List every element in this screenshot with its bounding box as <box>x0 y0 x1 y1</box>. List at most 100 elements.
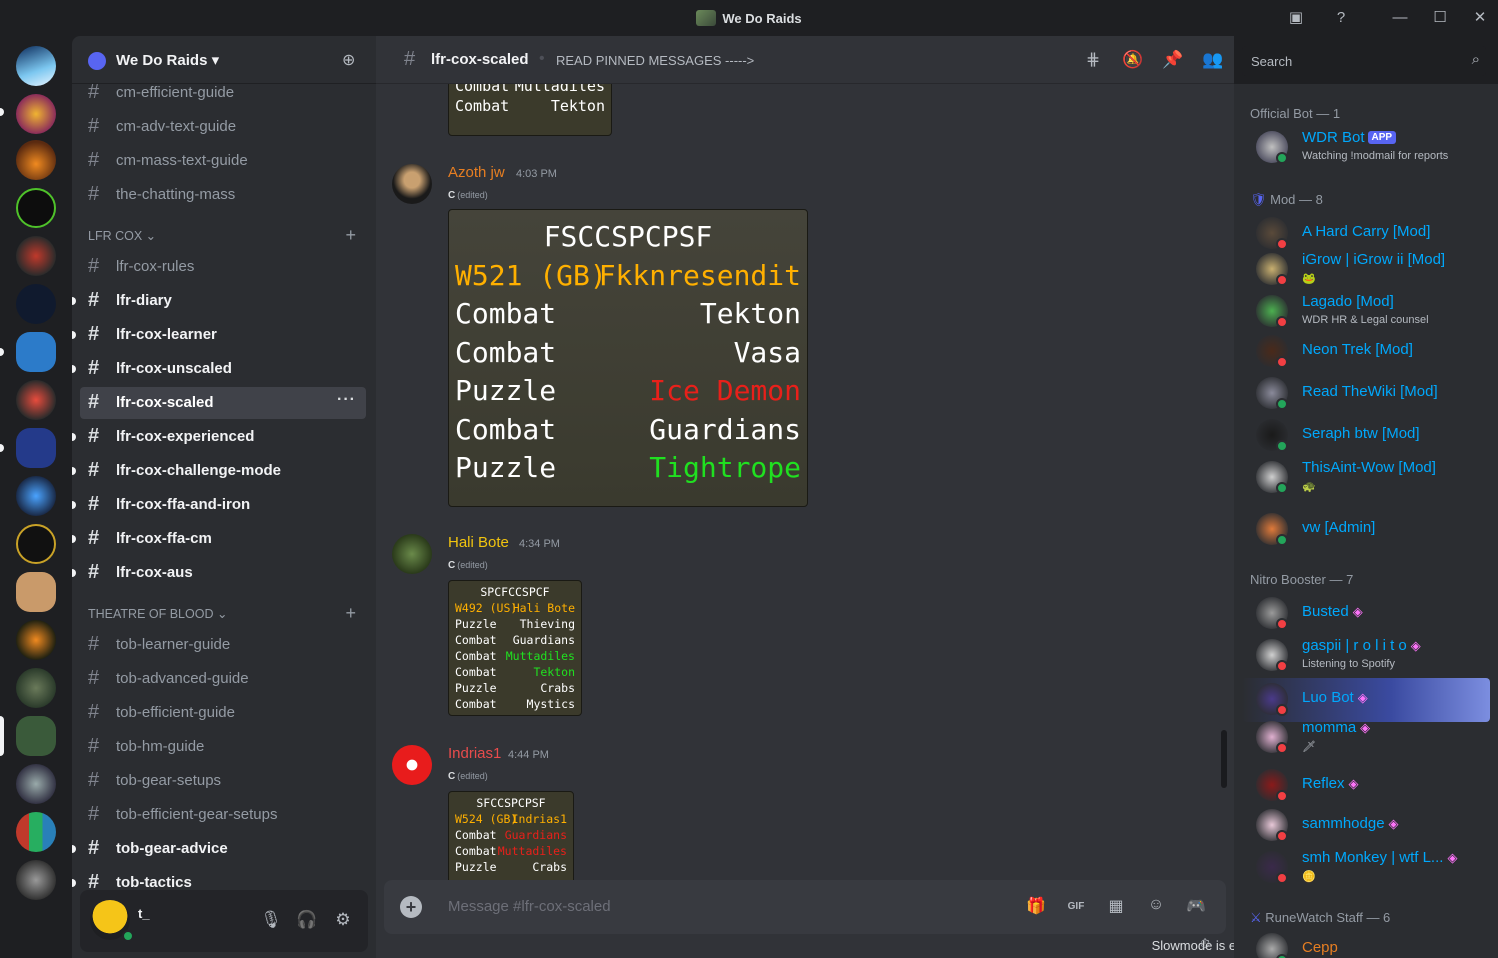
avatar[interactable] <box>392 534 432 574</box>
sticker-icon[interactable]: ▦ <box>1105 896 1127 918</box>
message-input[interactable]: Message #lfr-cox-scaled <box>448 898 611 915</box>
channel-item-tob-efficient-guide[interactable]: # tob-efficient-guide <box>80 697 366 729</box>
channel-item-lfr-cox-experienced[interactable]: # lfr-cox-experienced <box>80 421 366 453</box>
server-icon-mountain[interactable] <box>16 46 56 86</box>
member-item[interactable]: iGrow | iGrow ii [Mod] 🐸 <box>1242 248 1490 292</box>
threads-icon[interactable]: ⋕ <box>1082 50 1104 72</box>
channel-item-tob-hm-guide[interactable]: # tob-hm-guide <box>80 731 366 763</box>
member-item[interactable]: ThisAint-Wow [Mod] 🐢 <box>1242 456 1490 500</box>
scrollbar-thumb[interactable] <box>1221 730 1227 788</box>
server-icon-dragon[interactable] <box>16 476 56 516</box>
avatar[interactable] <box>392 164 432 204</box>
member-item[interactable]: Cepp <box>1242 928 1490 958</box>
channel-item-lfr-cox-learner[interactable]: # lfr-cox-learner <box>80 319 366 351</box>
channel-item-lfr-cox-scaled[interactable]: # lfr-cox-scaled ··· <box>80 387 366 419</box>
server-icon-rl[interactable] <box>16 284 56 324</box>
server-icon-we-do-raids[interactable] <box>16 716 56 756</box>
channel-item-tob-efficient-gear-setups[interactable]: # tob-efficient-gear-setups <box>80 799 366 831</box>
member-item[interactable]: smh Monkey | wtf L... ◈ 🪙 <box>1242 846 1490 890</box>
channel-item-lfr-diary[interactable]: # lfr-diary <box>80 285 366 317</box>
minimize-icon[interactable]: — <box>1390 8 1410 28</box>
pinned-messages-icon[interactable]: 📌 <box>1162 50 1184 72</box>
server-icon-bird[interactable] <box>16 380 56 420</box>
settings-gear-icon[interactable]: ⚙ <box>332 910 354 932</box>
gif-icon[interactable]: GIF <box>1065 896 1087 918</box>
channel-item-tob-learner-guide[interactable]: # tob-learner-guide <box>80 629 366 661</box>
username[interactable]: t_ <box>138 906 150 921</box>
channel-item-lfr-cox-ffa-and-iron[interactable]: # lfr-cox-ffa-and-iron <box>80 489 366 521</box>
raid-layout-image[interactable]: FSCCSPCPSF W521 (GB) Fkknresendit Combat Tek… <box>448 209 808 507</box>
help-icon[interactable]: ? <box>1331 8 1351 28</box>
close-icon[interactable]: ✕ <box>1470 8 1490 28</box>
category-theatre-of-blood[interactable]: THEATRE OF BLOOD ⌄ + <box>88 603 368 626</box>
notification-mute-icon[interactable]: 🔕 <box>1122 50 1144 72</box>
channel-item-lfr-cox-aus[interactable]: # lfr-cox-aus <box>80 557 366 589</box>
channel-topic[interactable]: READ PINNED MESSAGES -----> <box>556 53 754 68</box>
message-text: C (edited) <box>448 190 488 201</box>
server-icon-scythe[interactable] <box>16 764 56 804</box>
server-icon-rs-wiki[interactable] <box>16 332 56 372</box>
channel-item-tob-tactics[interactable]: # tob-tactics <box>80 867 366 890</box>
member-list-icon[interactable]: 👥 <box>1202 50 1224 72</box>
channel-item-tob-gear-setups[interactable]: # tob-gear-setups <box>80 765 366 797</box>
server-icon-pumpkin[interactable] <box>16 620 56 660</box>
activities-gamepad-icon[interactable]: 🎮 <box>1185 896 1207 918</box>
message-author[interactable]: Indrias1 <box>448 745 501 762</box>
member-item[interactable]: Reflex ◈ <box>1242 764 1490 808</box>
channel-item-tob-gear-advice[interactable]: # tob-gear-advice <box>80 833 366 865</box>
member-item[interactable]: Seraph btw [Mod] <box>1242 414 1490 458</box>
member-item[interactable]: gaspii | r o l i t o ◈ Listening to Spotif… <box>1242 634 1490 678</box>
member-item[interactable]: Lagado [Mod] WDR HR & Legal counsel <box>1242 290 1490 334</box>
channel-item-cm-adv-text-guide[interactable]: # cm-adv-text-guide <box>80 111 366 143</box>
search-input[interactable]: Search <box>1251 54 1292 69</box>
server-icon-fire[interactable] <box>16 140 56 180</box>
server-icon-skeleton[interactable] <box>16 860 56 900</box>
member-item[interactable]: vw [Admin] <box>1242 508 1490 552</box>
search-box[interactable]: Search ⌕ <box>1242 46 1486 76</box>
channel-item-cm-mass-text-guide[interactable]: # cm-mass-text-guide <box>80 145 366 177</box>
guild-header[interactable]: We Do Raids ▾ ⊕ <box>72 36 376 84</box>
create-channel-icon[interactable]: + <box>345 603 356 624</box>
guild-name[interactable]: We Do Raids ▾ <box>116 51 219 69</box>
member-item[interactable]: Read TheWiki [Mod] <box>1242 372 1490 416</box>
channel-item-lfr-cox-unscaled[interactable]: # lfr-cox-unscaled <box>80 353 366 385</box>
member-item[interactable]: Neon Trek [Mod] <box>1242 330 1490 374</box>
more-options-icon[interactable]: ··· <box>337 391 356 409</box>
server-icon-ns[interactable] <box>16 428 56 468</box>
member-item[interactable]: WDR Bot APP Watching !modmail for reports <box>1242 126 1490 170</box>
inbox-icon[interactable]: ▣ <box>1286 8 1306 28</box>
chevron-down-icon: ▾ <box>211 52 220 69</box>
channel-item-lfr-cox-challenge-mode[interactable]: # lfr-cox-challenge-mode <box>80 455 366 487</box>
text-channel-icon: # <box>88 667 100 689</box>
server-icon-m[interactable] <box>16 188 56 228</box>
avatar[interactable] <box>392 745 432 785</box>
category-lfr-cox[interactable]: LFR COX ⌄ + <box>88 225 368 248</box>
server-icon-gta[interactable] <box>16 236 56 276</box>
member-item[interactable]: Busted ◈ <box>1242 592 1490 636</box>
message-composer[interactable]: + Message #lfr-cox-scaled 🎁 GIF ▦ ☺ 🎮 <box>384 880 1226 934</box>
headphones-icon[interactable]: 🎧 <box>296 910 318 932</box>
attach-plus-icon[interactable]: + <box>400 896 422 918</box>
channel-item-tob-advanced-guide[interactable]: # tob-advanced-guide <box>80 663 366 695</box>
server-icon-raid[interactable] <box>16 524 56 564</box>
server-icon-nexalted[interactable] <box>16 94 56 134</box>
channel-item-the-chatting-mass[interactable]: # the-chatting-mass <box>80 179 366 211</box>
message-author[interactable]: Hali Bote <box>448 534 509 551</box>
invite-people-icon[interactable]: ⊕ <box>342 50 362 70</box>
channel-item-lfr-cox-rules[interactable]: # lfr-cox-rules <box>80 251 366 283</box>
raid-layout-image[interactable]: SPCFCCSPCF W492 (US) Hali Bote Puzzle Thievi… <box>448 580 582 716</box>
unread-indicator <box>72 365 76 373</box>
maximize-icon[interactable]: ☐ <box>1430 8 1450 28</box>
member-item[interactable]: sammhodge ◈ <box>1242 804 1490 848</box>
microphone-icon[interactable]: 🎙 <box>260 910 282 932</box>
emoji-icon[interactable]: ☺ <box>1145 896 1167 918</box>
member-item[interactable]: momma ◈ 🗡 <box>1242 716 1490 760</box>
channel-item-cm-efficient-guide[interactable]: # cm-efficient-guide <box>80 84 366 109</box>
create-channel-icon[interactable]: + <box>345 225 356 246</box>
channel-item-lfr-cox-ffa-cm[interactable]: # lfr-cox-ffa-cm <box>80 523 366 555</box>
message-author[interactable]: Azoth jw <box>448 164 505 181</box>
server-icon-chart[interactable] <box>16 812 56 852</box>
server-icon-frog[interactable] <box>16 572 56 612</box>
gift-icon[interactable]: 🎁 <box>1025 896 1047 918</box>
server-icon-tower[interactable] <box>16 668 56 708</box>
